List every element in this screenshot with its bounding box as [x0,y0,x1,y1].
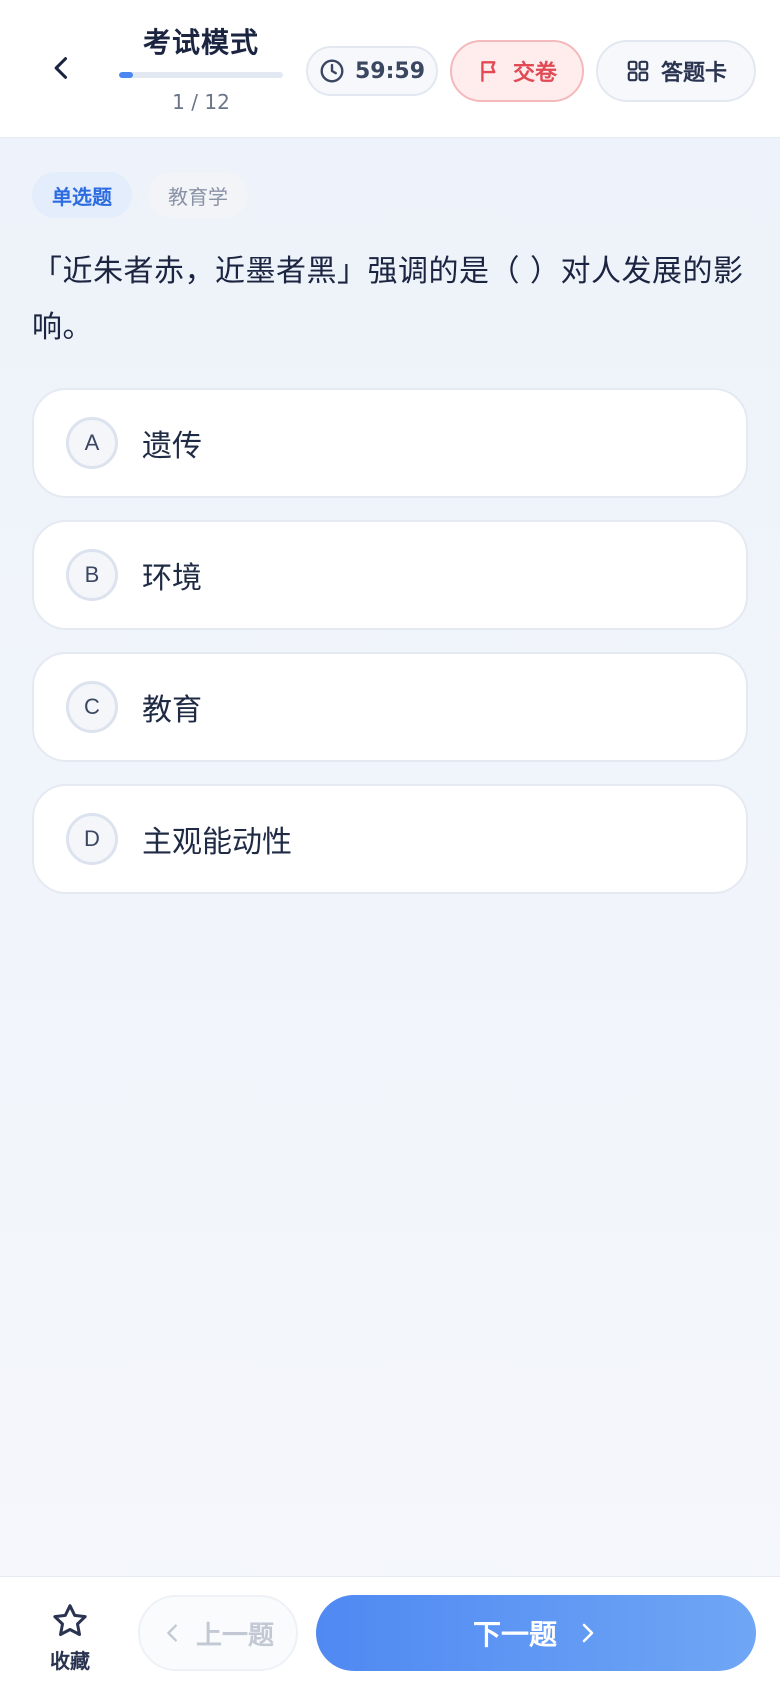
question-tags: 单选题 教育学 [32,172,248,218]
star-icon [53,1604,87,1636]
question-text: 「近朱者赤，近墨者黑」强调的是（ ）对人发展的影响。 [32,254,744,345]
option-letter: B [66,549,118,601]
timer: 59:59 [306,46,438,96]
option-c[interactable]: C 教育 [32,652,748,762]
submit-exam-button[interactable]: 交卷 [450,40,584,102]
exam-title-block: 考试模式 1 / 12 [118,22,284,114]
progress-counter: 1 / 12 [172,90,230,114]
progress-bar [119,72,283,78]
answer-card-button[interactable]: 答题卡 [596,40,756,102]
top-bar: 考试模式 1 / 12 59:59 交卷 答题卡 [0,0,780,138]
option-letter: D [66,813,118,865]
favorite-label: 收藏 [50,1649,90,1673]
option-d[interactable]: D 主观能动性 [32,784,748,894]
timer-value: 59:59 [354,58,426,84]
previous-question-button[interactable]: 上一题 [138,1595,298,1671]
chevron-right-icon [582,1623,594,1643]
progress-bar-fill [119,72,133,78]
option-label: 教育 [142,693,202,728]
option-letter: C [66,681,118,733]
options-list: A 遗传 B 环境 C 教育 D 主观能动性 [32,388,748,916]
back-button[interactable] [36,42,88,94]
favorite-button[interactable]: 收藏 [38,1601,102,1674]
option-label: 遗传 [142,429,202,464]
option-b[interactable]: B 环境 [32,520,748,630]
option-letter: A [66,417,118,469]
answer-card-label: 答题卡 [660,61,727,86]
flag-icon [481,61,496,82]
chevron-left-icon [167,1624,177,1642]
option-label: 环境 [142,561,202,596]
bottom-bar: 收藏 上一题 下一题 [0,1576,780,1688]
option-a[interactable]: A 遗传 [32,388,748,498]
previous-question-label: 上一题 [195,1620,274,1651]
option-label: 主观能动性 [142,825,292,860]
next-question-button[interactable]: 下一题 [316,1595,756,1671]
next-question-label: 下一题 [472,1618,557,1651]
question-type-badge: 单选题 [32,172,132,218]
clock-icon [320,59,344,83]
submit-exam-label: 交卷 [512,61,557,86]
back-chevron-icon [54,57,68,79]
grid-icon [627,60,649,82]
page-title: 考试模式 [142,26,259,59]
subject-badge: 教育学 [148,172,248,218]
